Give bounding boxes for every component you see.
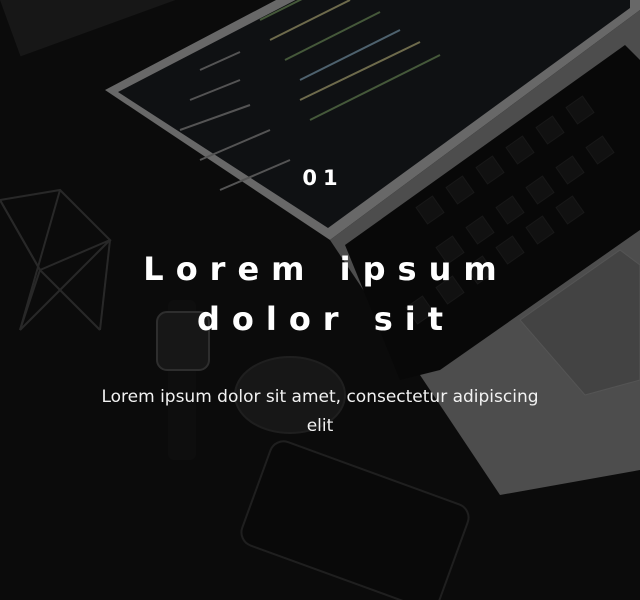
slide-title-line-2: dolor sit (196, 300, 456, 338)
slide-content: 01 Lorem ipsum dolor sit Lorem ipsum dol… (0, 0, 640, 600)
slide-title: Lorem ipsum dolor sit (0, 244, 640, 344)
slide-description: Lorem ipsum dolor sit amet, consectetur … (101, 387, 539, 436)
slide-title-line-1: Lorem ipsum (143, 250, 509, 288)
slide-number: 01 (302, 166, 344, 190)
hero-slide: 01 Lorem ipsum dolor sit Lorem ipsum dol… (0, 0, 640, 600)
